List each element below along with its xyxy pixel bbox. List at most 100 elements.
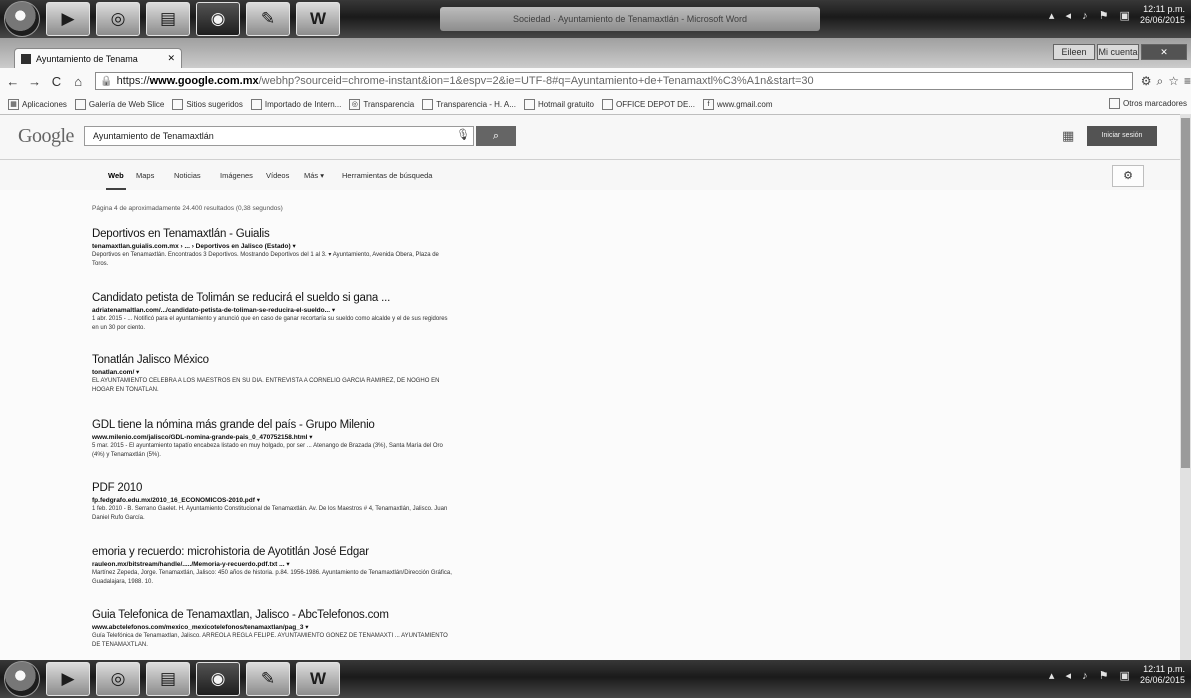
bookmark-star-icon[interactable]: ☆: [1168, 74, 1179, 89]
microphone-icon[interactable]: 🎙: [456, 128, 470, 141]
bookmark-item[interactable]: OFFICE DEPOT DE...: [601, 98, 695, 110]
reload-icon[interactable]: C: [48, 74, 66, 89]
window-controls: Eileen Mi cuenta ✕: [1053, 44, 1187, 60]
taskbar-window-title[interactable]: Sociedad · Ayuntamiento de Tenamaxtlán -…: [440, 7, 820, 31]
lock-icon: 🔒: [100, 75, 113, 87]
taskbar-word-icon[interactable]: W: [296, 2, 340, 36]
clock[interactable]: 12:11 p.m. 26/06/2015: [1140, 664, 1185, 686]
search-result: Tonatlán Jalisco México tonatlan.com/ ▾ …: [92, 354, 452, 395]
profile-button[interactable]: Eileen: [1053, 44, 1095, 60]
tab-close-icon[interactable]: ✕: [167, 53, 175, 64]
tray-icons[interactable]: ▴ ◂ ♪ ⚑ ▣: [1049, 9, 1134, 22]
home-icon[interactable]: ⌂: [69, 74, 87, 89]
google-header: Google Ayuntamiento de Tenamaxtlán 🎙 ⌕ ▦…: [0, 115, 1191, 160]
bookmark-item[interactable]: ◎ Transparencia: [349, 98, 414, 110]
search-result: emoria y recuerdo: microhistoria de Ayot…: [92, 546, 452, 587]
taskbar-chrome-icon[interactable]: ◉: [196, 2, 240, 36]
browser-tab[interactable]: Ayuntamiento de Tenama ✕: [14, 48, 182, 68]
search-button[interactable]: ⌕: [476, 126, 516, 146]
tab-web[interactable]: Web: [106, 171, 126, 190]
forward-icon[interactable]: →: [26, 74, 44, 89]
url-host: www.google.com.mx: [149, 75, 259, 87]
taskbar-paint-icon[interactable]: ✎: [246, 662, 290, 696]
result-title[interactable]: Candidato petista de Tolimán se reducirá…: [92, 292, 452, 304]
result-url[interactable]: tenamaxtlan.guialis.com.mx › ... › Depor…: [92, 242, 452, 250]
bookmark-item[interactable]: Galería de Web Slice: [74, 98, 164, 110]
tab-search-tools[interactable]: Herramientas de búsqueda: [342, 171, 432, 180]
result-url[interactable]: adriatenamaltlan.com/.../candidato-petis…: [92, 306, 452, 314]
search-result: Deportivos en Tenamaxtlán - Guialis tena…: [92, 228, 452, 269]
scrollbar-thumb[interactable]: [1181, 118, 1190, 468]
taskbar-explorer-icon[interactable]: ◎: [96, 2, 140, 36]
translate-icon[interactable]: ⚙: [1141, 74, 1152, 89]
tab-more[interactable]: Más ▾: [304, 171, 324, 180]
search-result: PDF 2010 fp.fedgrafo.edu.mx/2010_16_ECON…: [92, 482, 452, 523]
result-title[interactable]: PDF 2010: [92, 482, 452, 494]
clock-time: 12:11 p.m.: [1143, 4, 1185, 14]
result-url[interactable]: rauleon.mx/bitstream/handle/...../Memori…: [92, 560, 452, 568]
url-path: /webhp?sourceid=chrome-instant&ion=1&esp…: [258, 75, 814, 87]
search-result: GDL tiene la nómina más grande del país …: [92, 419, 452, 460]
system-tray: ▴ ◂ ♪ ⚑ ▣ 12:11 p.m. 26/06/2015: [1049, 4, 1185, 26]
search-input[interactable]: Ayuntamiento de Tenamaxtlán: [84, 126, 474, 146]
taskbar-chrome-icon[interactable]: ◉: [196, 662, 240, 696]
google-logo[interactable]: Google: [18, 125, 74, 148]
result-snippet: Martínez Zepeda, Jorge. Tenamaxtlán, Jal…: [92, 570, 452, 585]
taskbar-bottom: ▶ ◎ ▤ ◉ ✎ W ▴ ◂ ♪ ⚑ ▣ 12:11 p.m. 26/06/2…: [0, 660, 1191, 698]
result-title[interactable]: emoria y recuerdo: microhistoria de Ayot…: [92, 546, 452, 558]
facebook-icon: f: [702, 98, 714, 110]
window-close-button[interactable]: ✕: [1141, 44, 1187, 60]
taskbar-media-player-icon[interactable]: ▶: [46, 662, 90, 696]
taskbar-folder-icon[interactable]: ▤: [146, 2, 190, 36]
tab-news[interactable]: Noticias: [174, 171, 201, 180]
zoom-icon[interactable]: ⌕: [1156, 74, 1163, 89]
result-title[interactable]: Deportivos en Tenamaxtlán - Guialis: [92, 228, 452, 240]
search-result: Candidato petista de Tolimán se reducirá…: [92, 292, 452, 333]
clock-date: 26/06/2015: [1139, 15, 1185, 25]
other-bookmarks[interactable]: Otros marcadores: [1108, 98, 1187, 109]
account-button[interactable]: Mi cuenta: [1097, 44, 1139, 60]
result-snippet: EL AYUNTAMIENTO CELEBRA A LOS MAESTROS E…: [92, 378, 440, 393]
tray-icons[interactable]: ▴ ◂ ♪ ⚑ ▣: [1049, 669, 1134, 682]
result-url[interactable]: www.abctelefonos.com/mexico_mexicotelefo…: [92, 623, 452, 631]
bookmark-item[interactable]: Sitios sugeridos: [172, 98, 243, 110]
taskbar-paint-icon[interactable]: ✎: [246, 2, 290, 36]
result-title[interactable]: Guia Telefonica de Tenamaxtlan, Jalisco …: [92, 609, 452, 621]
taskbar-folder-icon[interactable]: ▤: [146, 662, 190, 696]
page-icon: [523, 98, 535, 110]
address-bar[interactable]: 🔒 https:// www.google.com.mx /webhp?sour…: [95, 72, 1133, 90]
back-icon[interactable]: ←: [4, 74, 22, 89]
sign-in-button[interactable]: Iniciar sesión: [1087, 126, 1157, 146]
system-tray: ▴ ◂ ♪ ⚑ ▣ 12:11 p.m. 26/06/2015: [1049, 664, 1185, 686]
tab-videos[interactable]: Vídeos: [266, 171, 289, 180]
tab-favicon-icon: [21, 53, 31, 64]
bookmark-item[interactable]: f www.gmail.com: [702, 98, 773, 110]
clock[interactable]: 12:11 p.m. 26/06/2015: [1140, 4, 1185, 26]
bookmark-item[interactable]: Importado de Intern...: [250, 98, 341, 110]
taskbar-top: ▶ ◎ ▤ ◉ ✎ W Sociedad · Ayuntamiento de T…: [0, 0, 1191, 38]
result-title[interactable]: GDL tiene la nómina más grande del país …: [92, 419, 452, 431]
page-icon: [601, 98, 613, 110]
menu-icon[interactable]: ≡: [1184, 74, 1191, 89]
clock-date: 26/06/2015: [1139, 675, 1185, 685]
bookmark-item[interactable]: ▦ Aplicaciones: [8, 98, 67, 110]
taskbar-word-icon[interactable]: W: [296, 662, 340, 696]
result-url[interactable]: tonatlan.com/ ▾: [92, 368, 452, 376]
result-url[interactable]: www.milenio.com/jalisco/GDL-nomina-grand…: [92, 433, 452, 441]
apps-grid-icon[interactable]: ▦: [1062, 128, 1074, 144]
settings-gear-icon[interactable]: ⚙: [1112, 165, 1144, 187]
page-icon: [172, 98, 184, 110]
result-snippet: Guía Telefónica de Tenamaxtlan, Jalisco.…: [92, 633, 448, 648]
taskbar-media-player-icon[interactable]: ▶: [46, 2, 90, 36]
bookmark-item[interactable]: Transparencia - H. A...: [422, 98, 516, 110]
start-button[interactable]: [4, 661, 40, 697]
start-button[interactable]: [4, 1, 40, 37]
taskbar-explorer-icon[interactable]: ◎: [96, 662, 140, 696]
result-url[interactable]: fp.fedgrafo.edu.mx/2010_16_ECONOMICOS-20…: [92, 496, 452, 504]
result-title[interactable]: Tonatlán Jalisco México: [92, 354, 452, 366]
tab-images[interactable]: Imágenes: [220, 171, 253, 180]
page-scrollbar[interactable]: [1180, 114, 1191, 660]
bookmark-item[interactable]: Hotmail gratuito: [523, 98, 594, 110]
result-snippet: 1 abr. 2015 - ... Notificó para el ayunt…: [92, 316, 448, 331]
tab-maps[interactable]: Maps: [136, 171, 154, 180]
